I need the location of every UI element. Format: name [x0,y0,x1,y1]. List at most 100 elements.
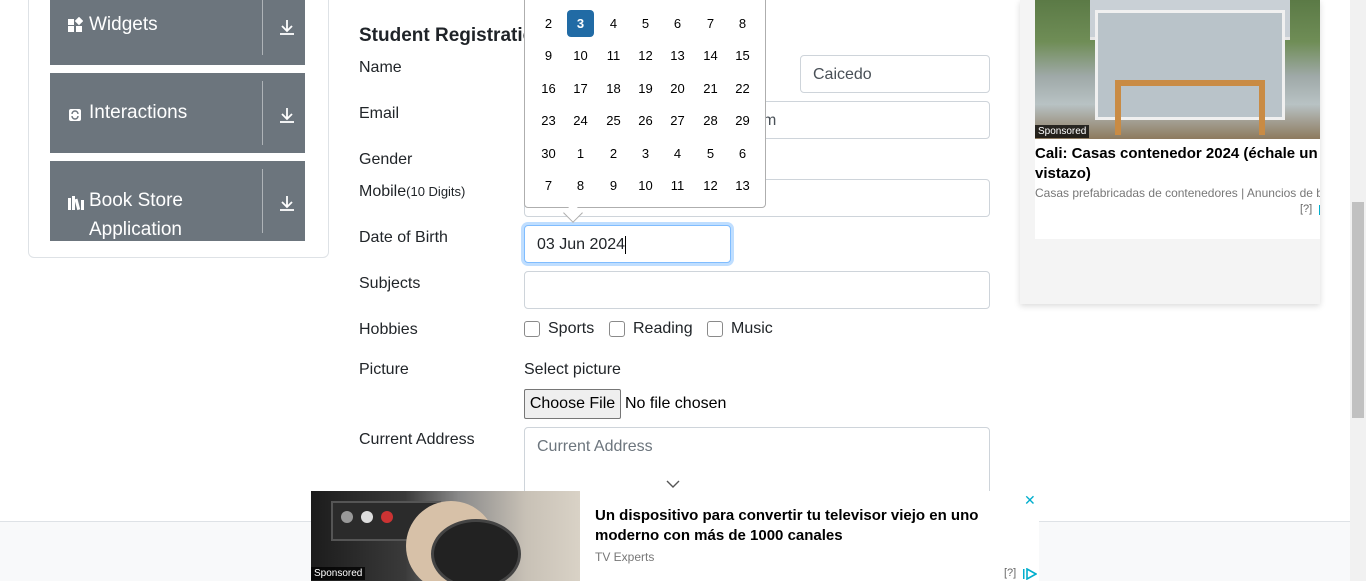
datepicker-day[interactable]: 9 [600,172,627,199]
subjects-label: Subjects [359,275,421,292]
sidebar-group-widgets[interactable]: Widgets [50,0,305,65]
datepicker-day[interactable]: 5 [632,10,659,37]
datepicker-day[interactable]: 3 [632,140,659,167]
datepicker-day[interactable]: 10 [632,172,659,199]
datepicker-day[interactable]: 7 [697,10,724,37]
sidebar-group-label: Widgets [89,14,158,35]
sports-checkbox-label[interactable]: Sports [548,319,594,339]
sidebar-group-label: Book Store [89,190,183,211]
choose-file-button[interactable]: Choose File [524,389,621,419]
divider [262,169,263,233]
ad-image-port [361,511,373,523]
ad-text[interactable]: Cali: Casas contenedor 2024 (échale un v… [1035,139,1320,239]
music-checkbox[interactable] [707,321,723,337]
sidebar-group-interactions[interactable]: Interactions [50,73,305,153]
ad-help[interactable]: [?] [1004,567,1016,579]
datepicker-day[interactable]: 17 [567,75,594,102]
datepicker-day[interactable]: 24 [567,107,594,134]
current-address-label: Current Address [359,431,475,448]
ad-image-port [341,511,353,523]
datepicker-day-selected[interactable]: 3 [567,10,594,37]
datepicker-day[interactable]: 6 [729,140,756,167]
datepicker-day[interactable]: 29 [729,107,756,134]
datepicker-day[interactable]: 12 [697,172,724,199]
ad-close-icon[interactable]: ✕ [1024,493,1036,507]
datepicker-day[interactable]: 10 [567,42,594,69]
address-placeholder: Current Address [537,438,653,455]
select-picture-label: Select picture [524,361,621,378]
datepicker-day[interactable]: 7 [535,172,562,199]
datepicker-day[interactable]: 2 [600,140,627,167]
ad-source[interactable]: Casas prefabricadas de contenedores | An… [1035,185,1320,201]
file-status: No file chosen [625,395,727,412]
datepicker-day[interactable]: 8 [729,10,756,37]
datepicker-day[interactable]: 18 [600,75,627,102]
download-icon[interactable] [277,17,297,37]
dob-value: 03 Jun 2024 [537,236,626,253]
datepicker-day[interactable]: 30 [535,140,562,167]
scrollbar-thumb[interactable] [1352,202,1364,418]
ad-source[interactable]: TV Experts [595,549,1025,565]
ad-image[interactable]: Sponsored [311,491,580,581]
datepicker-day[interactable]: 13 [729,172,756,199]
datepicker-popup: 2 3 4 5 6 7 8 9 10 11 12 13 14 15 16 17 18 19 20 21 22 23 24 25… [524,0,766,208]
datepicker-day[interactable]: 4 [664,140,691,167]
datepicker-day[interactable]: 5 [697,140,724,167]
datepicker-day[interactable]: 1 [567,140,594,167]
page: Widgets Interactions Book Store Applicat… [0,0,1366,581]
datepicker-day[interactable]: 12 [632,42,659,69]
gender-label: Gender [359,151,413,168]
ad-text[interactable]: Un dispositivo para convertir tu televis… [595,506,1025,565]
datepicker-day[interactable]: 16 [535,75,562,102]
text-caret [625,235,627,254]
datepicker-day[interactable]: 19 [632,75,659,102]
datepicker-day[interactable]: 23 [535,107,562,134]
ad-title[interactable]: Un dispositivo para convertir tu televis… [595,506,1025,546]
adchoices-icon[interactable] [1319,203,1320,215]
download-icon[interactable] [277,105,297,125]
datepicker-day[interactable]: 20 [664,75,691,102]
datepicker-day[interactable]: 11 [600,42,627,69]
sidebar-ad[interactable]: Sponsored ✕ Cali: Casas contenedor 2024 … [1020,0,1320,304]
date-of-birth-input[interactable]: 03 Jun 2024 [524,225,731,263]
datepicker-day[interactable]: 21 [697,75,724,102]
mobile-hint: (10 Digits) [406,184,466,199]
name-label: Name [359,59,402,76]
ad-title[interactable]: Cali: Casas contenedor 2024 (échale un v… [1035,144,1320,184]
subjects-input[interactable] [524,271,990,309]
datepicker-day[interactable]: 15 [729,42,756,69]
datepicker-day[interactable]: 11 [664,172,691,199]
bottom-ad[interactable]: Sponsored Un dispositivo para convertir … [311,491,1039,581]
page-title: Student Registration [359,25,529,46]
hobbies-label: Hobbies [359,321,418,338]
datepicker-day[interactable]: 6 [664,10,691,37]
sidebar-group-book-store[interactable]: Book Store Application [50,161,305,241]
reading-checkbox-label[interactable]: Reading [633,319,693,339]
datepicker-day[interactable]: 9 [535,42,562,69]
last-name-input[interactable]: Caicedo [800,55,990,93]
datepicker-day[interactable]: 22 [729,75,756,102]
datepicker-day[interactable]: 27 [664,107,691,134]
datepicker-day[interactable]: 2 [535,10,562,37]
datepicker-day[interactable]: 28 [697,107,724,134]
sports-checkbox[interactable] [524,321,540,337]
reading-checkbox[interactable] [609,321,625,337]
ad-image[interactable]: Sponsored ✕ [1035,0,1320,139]
datepicker-day[interactable]: 8 [567,172,594,199]
adchoices-icon[interactable] [1023,567,1038,581]
download-icon[interactable] [277,193,297,213]
mobile-label-text: Mobile [359,183,407,200]
datepicker-day[interactable]: 4 [600,10,627,37]
datepicker-day[interactable]: 13 [664,42,691,69]
music-checkbox-label[interactable]: Music [731,319,773,339]
dob-label: Date of Birth [359,229,448,246]
ad-image-porch [1115,80,1265,135]
ad-help[interactable]: [?] [1300,203,1312,215]
datepicker-day[interactable]: 25 [600,107,627,134]
chevron-down-icon[interactable] [665,477,681,489]
datepicker-day[interactable]: 26 [632,107,659,134]
datepicker-day[interactable]: 14 [697,42,724,69]
sponsored-tag: Sponsored [311,567,366,580]
book-store-icon [67,195,87,211]
mobile-label: Mobile(10 Digits) [359,181,465,203]
